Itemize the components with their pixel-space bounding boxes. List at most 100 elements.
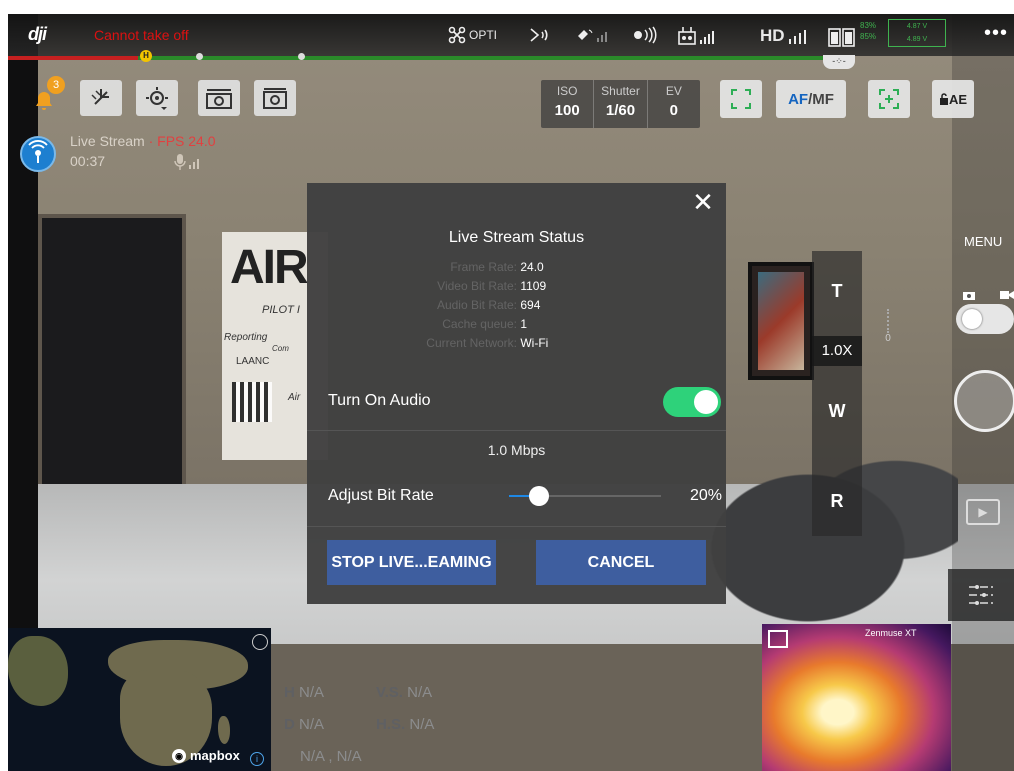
metering-plus-icon [879,89,899,109]
takeoff-icon [91,89,109,105]
vs-value: N/A [407,684,433,701]
stat-cache-queue: Cache queue: 1 [307,315,726,333]
live-stream-timer-row: 00:37 [70,151,216,171]
menu-button[interactable]: MENU [964,234,1002,249]
bitrate-slider[interactable] [509,486,661,506]
focus-area-button[interactable] [720,80,762,118]
stat-value: 1 [520,317,528,331]
battery-pct-1: 83% [860,21,877,30]
stat-key: Audio Bit Rate: [436,298,517,312]
more-menu-button[interactable]: ••• [984,22,1008,45]
banner-pilot-text: PILOT I [262,304,300,316]
shutter-setting[interactable]: Shutter 1/60 [594,80,648,128]
remote-signal-icon [530,28,548,42]
iso-setting[interactable]: ISO 100 [541,80,595,128]
stat-value: 694 [520,298,541,312]
camera-icon [206,89,232,109]
stat-video-bit-rate: Video Bit Rate: 1109 [307,277,726,295]
stop-streaming-button[interactable]: STOP LIVE...EAMING [327,540,496,585]
camera-params-button[interactable] [948,569,1014,621]
ev-label: EV [665,84,682,98]
stat-value: 1109 [520,279,547,293]
zoom-tele-button[interactable]: T [812,281,862,302]
thermal-camera-label: Zenmuse XT [865,628,917,638]
rc-signal[interactable] [528,26,550,44]
banner-text: AIR [230,241,309,294]
af-label: AF [788,90,809,108]
bitrate-label: Adjust Bit Rate [328,487,434,504]
audio-label: Turn On Audio [328,392,431,409]
satellite-icon [578,29,607,42]
takeoff-status[interactable]: Cannot take off [94,27,189,43]
mf-label: /MF [808,90,834,108]
bitrate-value: 1.0 Mbps [487,442,546,458]
camera-playback-button[interactable] [254,80,296,116]
live-stream-dialog: ✕ Live Stream Status Frame Rate: 24.0 Vi… [307,183,726,604]
shutter-button[interactable] [954,370,1014,432]
telemetry-coordinates: N/A , N/A [300,748,362,765]
bitrate-slider-thumb[interactable] [529,486,550,506]
live-stream-status[interactable]: Live Stream · FPS 24.0 00:37 [70,131,216,171]
bitrate-percent: 20% [689,487,722,504]
drone-icon [448,26,466,44]
transmission-signal[interactable] [632,26,662,44]
status-pull-tab[interactable]: -⁘- [823,55,855,69]
af-mf-toggle[interactable]: AF/MF [776,80,846,118]
flight-progress-bar: H [8,50,838,62]
metering-button[interactable] [868,80,910,118]
distance-value: N/A [299,716,325,733]
dji-logo[interactable]: dji [28,24,47,45]
audio-toggle[interactable] [663,387,721,417]
battery-percentages: 83% 85% [860,20,876,42]
hs-value: N/A [409,716,435,733]
controller-signal[interactable] [678,26,716,46]
photo-video-toggle[interactable] [956,304,1014,334]
flight-mode-button[interactable] [80,80,122,116]
broadcast-icon [634,26,657,44]
banner-laanc-text: LAANC [236,356,270,367]
signal-bars-icon [788,30,806,44]
aircraft-mode[interactable]: OPTI [448,26,497,44]
close-icon[interactable]: ✕ [690,189,716,215]
hd-signal[interactable]: HD [760,26,808,46]
zoom-reset-button[interactable]: R [812,491,862,512]
battery-status[interactable] [828,26,856,48]
banner-air-text: Air [288,392,301,403]
thermal-preview[interactable]: Zenmuse XT [762,624,951,771]
live-stream-label-row: Live Stream · FPS 24.0 [70,131,216,151]
photo-mode-icon [963,292,975,300]
exposure-panel[interactable]: ISO 100 Shutter 1/60 EV 0 [541,80,700,128]
mapbox-attribution: mapbox [190,748,240,763]
map-info-icon[interactable]: i [250,752,264,766]
audio-toggle-knob [694,390,718,414]
mapbox-mark-icon: ◉ [172,748,186,763]
battery-voltage-1: 4.87 V [906,23,928,30]
swap-view-icon[interactable] [768,630,788,648]
scene-picture-frame [748,262,814,380]
aircraft-mode-label: OPTI [469,28,498,42]
gimbal-mode-button[interactable] [136,80,178,116]
map-locate-icon[interactable] [252,634,268,650]
ev-setting[interactable]: EV 0 [648,80,700,128]
playback-button[interactable]: ▶ [966,499,1000,525]
app-screen: AIR PILOT I Reporting Com LAANC Air dji … [8,14,1014,771]
top-status-bar: dji Cannot take off OPTI HD 83% 85% 4.87… [8,14,1014,56]
ae-lock-button[interactable]: AE [932,80,974,118]
scene-door [38,214,186,514]
zoom-wide-button[interactable]: W [812,401,862,422]
zoom-control[interactable]: T 1.0X W R [812,251,862,536]
camera-outline-icon [263,88,287,109]
gps-signal[interactable] [576,26,610,44]
live-stream-label: Live Stream [70,133,145,149]
live-stream-icon[interactable] [20,136,56,172]
battery-voltage-2: 4.89 V [906,36,928,43]
shutter-label: Shutter [601,84,640,98]
camera-settings-button[interactable] [198,80,240,116]
map-land-americas [8,636,68,706]
mini-map[interactable]: ◉ mapbox i [8,628,271,771]
telemetry-height: H N/A [284,684,324,701]
video-mode-icon [1000,291,1014,299]
notification-count-badge: 3 [47,76,65,94]
cancel-button[interactable]: CANCEL [536,540,706,585]
scene-artwork [758,272,804,370]
